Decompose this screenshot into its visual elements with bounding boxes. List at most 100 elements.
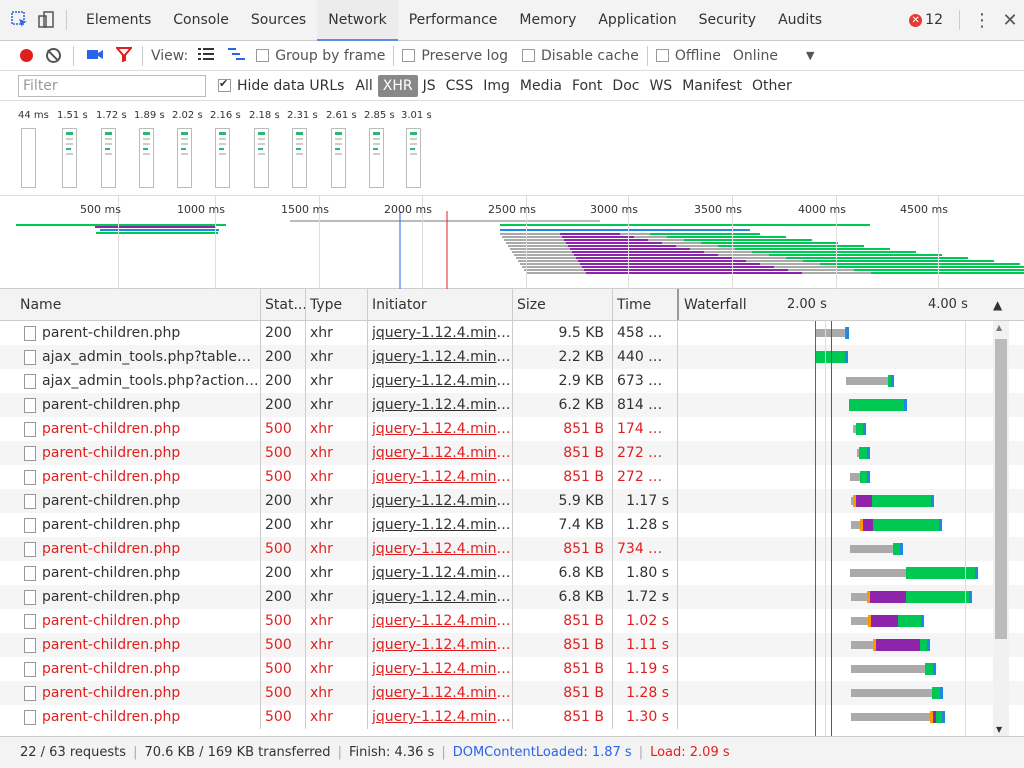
filter-type-img[interactable]: Img	[478, 75, 515, 97]
table-row[interactable]: parent-children.php 500 xhr jquery-1.12.4.m…	[0, 705, 1024, 729]
more-options-icon[interactable]: ⋮	[968, 10, 996, 31]
cell-initiator[interactable]: jquery-1.12.4.min.js:4	[367, 321, 512, 345]
filter-icon[interactable]	[114, 46, 134, 66]
timeline-overview[interactable]: 500 ms 1000 ms 1500 ms 2000 ms 2500 ms 3000 m…	[0, 196, 1024, 289]
hide-data-urls-checkbox[interactable]: Hide data URLs	[218, 77, 344, 94]
filmstrip-frame[interactable]	[139, 128, 154, 188]
cell-initiator[interactable]: jquery-1.12.4.min.js:4	[367, 585, 512, 609]
filmstrip-frame[interactable]	[331, 128, 346, 188]
cell-initiator[interactable]: jquery-1.12.4.min.js:4	[367, 489, 512, 513]
filmstrip-frame[interactable]	[215, 128, 230, 188]
table-row[interactable]: parent-children.php 500 xhr jquery-1.12.4.m…	[0, 537, 1024, 561]
table-row[interactable]: parent-children.php 500 xhr jquery-1.12.4.m…	[0, 417, 1024, 441]
cell-initiator[interactable]: jquery-1.12.4.min.js:4	[367, 561, 512, 585]
offline-checkbox[interactable]: Offline	[655, 48, 721, 64]
filmstrip-frame[interactable]	[292, 128, 307, 188]
preserve-log-checkbox[interactable]: Preserve log	[402, 48, 508, 64]
filmstrip-frame[interactable]	[369, 128, 384, 188]
filmstrip-frame[interactable]	[254, 128, 269, 188]
filter-type-doc[interactable]: Doc	[607, 75, 644, 97]
cell-initiator[interactable]: jquery-1.12.4.min.js:4	[367, 609, 512, 633]
table-row[interactable]: ajax_admin_tools.php?table=proj... 200 xhr…	[0, 345, 1024, 369]
cell-initiator[interactable]: jquery-1.12.4.min.js:4	[367, 657, 512, 681]
table-row[interactable]: parent-children.php 500 xhr jquery-1.12.4.m…	[0, 609, 1024, 633]
device-toolbar-icon[interactable]	[34, 8, 58, 32]
inspect-element-icon[interactable]	[8, 8, 32, 32]
filter-type-font[interactable]: Font	[567, 75, 607, 97]
cell-initiator[interactable]: jquery-1.12.4.min.js:4	[367, 681, 512, 705]
scroll-down-icon[interactable]: ▼	[996, 725, 1002, 734]
capture-screenshots-icon[interactable]	[86, 47, 104, 65]
table-row[interactable]: parent-children.php 200 xhr jquery-1.12.4.m…	[0, 561, 1024, 585]
filmstrip-frame[interactable]	[62, 128, 77, 188]
error-counter[interactable]: ✕ 12	[909, 12, 943, 28]
filmstrip-frame[interactable]	[21, 128, 36, 188]
filmstrip-frame[interactable]	[101, 128, 116, 188]
cell-initiator[interactable]: jquery-1.12.4.min.js:4	[367, 345, 512, 369]
throttle-select[interactable]: Online	[733, 48, 778, 64]
col-type[interactable]: Type	[305, 289, 367, 320]
tab-application[interactable]: Application	[587, 0, 687, 41]
filter-input[interactable]: Filter	[18, 74, 206, 97]
table-row[interactable]: parent-children.php 500 xhr jquery-1.12.4.m…	[0, 681, 1024, 705]
table-row[interactable]: parent-children.php 200 xhr jquery-1.12.4.m…	[0, 393, 1024, 417]
col-size[interactable]: Size	[512, 289, 612, 320]
tab-console[interactable]: Console	[162, 0, 240, 41]
filmstrip-frame[interactable]	[177, 128, 192, 188]
filter-type-js[interactable]: JS	[418, 75, 441, 97]
table-row[interactable]: parent-children.php 500 xhr jquery-1.12.4.m…	[0, 441, 1024, 465]
sort-ascending-icon[interactable]: ▲	[988, 289, 1008, 320]
filter-type-all[interactable]: All	[350, 75, 377, 97]
scroll-up-icon[interactable]: ▲	[996, 323, 1002, 332]
table-row[interactable]: parent-children.php 200 xhr jquery-1.12.4.m…	[0, 585, 1024, 609]
filmstrip-frame[interactable]	[406, 128, 421, 188]
disable-cache-checkbox[interactable]: Disable cache	[522, 48, 639, 64]
waterfall-view-icon[interactable]	[228, 47, 246, 65]
table-row[interactable]: parent-children.php 500 xhr jquery-1.12.4.m…	[0, 465, 1024, 489]
cell-initiator[interactable]: jquery-1.12.4.min.js:4	[367, 513, 512, 537]
cell-initiator[interactable]: jquery-1.12.4.min.js:4	[367, 633, 512, 657]
cell-status: 500	[260, 609, 305, 633]
filter-type-ws[interactable]: WS	[644, 75, 677, 97]
scrollbar-thumb[interactable]	[995, 339, 1007, 639]
filter-type-other[interactable]: Other	[747, 75, 797, 97]
clear-icon[interactable]	[46, 48, 61, 63]
cell-size: 851 B	[512, 441, 612, 465]
cell-initiator[interactable]: jquery-1.12.4.min.js:4	[367, 417, 512, 441]
col-initiator[interactable]: Initiator	[367, 289, 512, 320]
record-icon[interactable]	[20, 49, 33, 62]
cell-initiator[interactable]: jquery-1.12.4.min.js:4	[367, 369, 512, 393]
cell-initiator[interactable]: jquery-1.12.4.min.js:4	[367, 465, 512, 489]
chevron-down-icon[interactable]: ▼	[806, 49, 814, 62]
cell-initiator[interactable]: jquery-1.12.4.min.js:4	[367, 441, 512, 465]
table-row[interactable]: ajax_admin_tools.php?action=get... 200 xhr…	[0, 369, 1024, 393]
close-icon[interactable]: ✕	[996, 10, 1024, 31]
col-waterfall[interactable]: Waterfall	[679, 289, 769, 320]
table-scrollbar[interactable]: ▲ ▼	[993, 321, 1009, 736]
large-rows-icon[interactable]	[198, 47, 215, 65]
col-name[interactable]: Name	[15, 289, 260, 320]
filter-type-manifest[interactable]: Manifest	[677, 75, 747, 97]
tab-security[interactable]: Security	[688, 0, 768, 41]
table-row[interactable]: parent-children.php 500 xhr jquery-1.12.4.m…	[0, 633, 1024, 657]
cell-initiator[interactable]: jquery-1.12.4.min.js:4	[367, 393, 512, 417]
filter-type-xhr[interactable]: XHR	[377, 74, 418, 97]
tab-audits[interactable]: Audits	[767, 0, 833, 41]
table-row[interactable]: parent-children.php 200 xhr jquery-1.12.4.m…	[0, 321, 1024, 345]
cell-initiator[interactable]: jquery-1.12.4.min.js:4	[367, 537, 512, 561]
table-row[interactable]: parent-children.php 500 xhr jquery-1.12.4.m…	[0, 657, 1024, 681]
group-by-frame-checkbox[interactable]: Group by frame	[256, 48, 385, 64]
filter-type-media[interactable]: Media	[515, 75, 567, 97]
tab-elements[interactable]: Elements	[75, 0, 162, 41]
cell-size: 9.5 KB	[512, 321, 612, 345]
tab-sources[interactable]: Sources	[240, 0, 317, 41]
tab-memory[interactable]: Memory	[508, 0, 587, 41]
table-row[interactable]: parent-children.php 200 xhr jquery-1.12.4.m…	[0, 513, 1024, 537]
table-row[interactable]: parent-children.php 200 xhr jquery-1.12.4.m…	[0, 489, 1024, 513]
tab-network[interactable]: Network	[317, 0, 398, 41]
tab-performance[interactable]: Performance	[398, 0, 509, 41]
col-time[interactable]: Time	[612, 289, 677, 320]
col-status[interactable]: Stat...	[260, 289, 305, 320]
cell-initiator[interactable]: jquery-1.12.4.min.js:4	[367, 705, 512, 729]
filter-type-css[interactable]: CSS	[441, 75, 479, 97]
